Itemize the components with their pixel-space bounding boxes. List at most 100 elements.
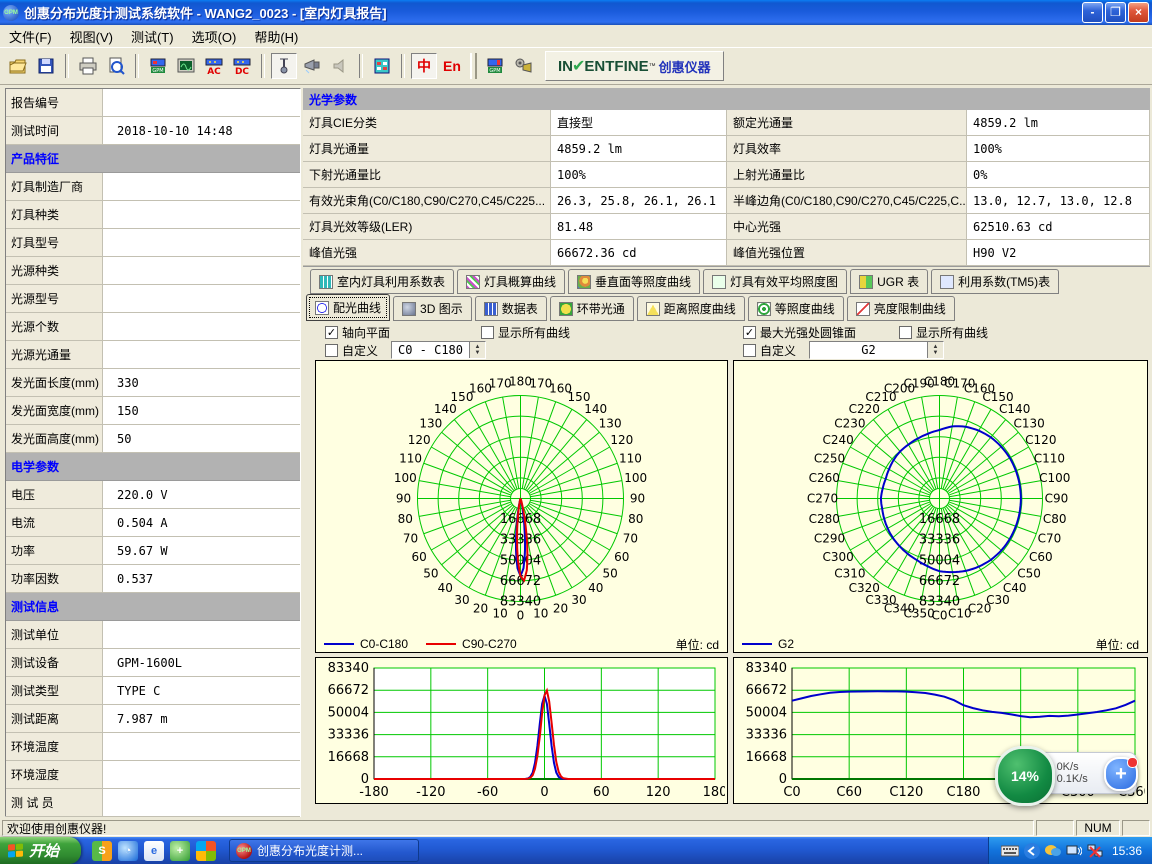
tab-lower-3[interactable]: 环带光通 [550, 296, 634, 321]
field-value[interactable] [103, 789, 300, 817]
safe-s-icon[interactable]: S [92, 841, 112, 861]
close-button[interactable]: × [1128, 2, 1149, 23]
field-value[interactable]: 0.537 [103, 565, 300, 593]
tab-upper-5[interactable]: 利用系数(TM5)表 [931, 269, 1059, 294]
display-signal-icon[interactable] [1066, 844, 1082, 858]
field-value[interactable] [103, 733, 300, 761]
four-color-window-icon[interactable] [196, 841, 216, 861]
plane-checkbox[interactable]: ✓最大光强处圆锥面 [743, 324, 893, 341]
svg-text:-180: -180 [359, 785, 389, 800]
field-value[interactable]: 0.504 A [103, 509, 300, 537]
custom-checkbox[interactable]: 自定义 [743, 342, 803, 359]
speaker-icon[interactable] [327, 53, 353, 79]
field-value[interactable] [103, 89, 300, 117]
toolbar-gripper [470, 53, 477, 79]
field-value[interactable]: 220.0 V [103, 481, 300, 509]
menu-item-1[interactable]: 视图(V) [61, 25, 122, 48]
tab-lower-0[interactable]: 配光曲线 [306, 294, 390, 321]
print-preview-icon[interactable] [103, 53, 129, 79]
menu-item-4[interactable]: 帮助(H) [245, 25, 307, 48]
plane-checkbox[interactable]: ✓轴向平面 [325, 324, 475, 341]
checkbox[interactable] [899, 326, 912, 339]
tab-label: 3D 图示 [420, 300, 463, 317]
tab-lower-5[interactable]: 等照度曲线 [748, 296, 844, 321]
svg-text:C120: C120 [1025, 433, 1056, 447]
optical-label: 峰值光强位置 [727, 240, 967, 266]
field-value[interactable] [103, 341, 300, 369]
browser-circle-icon[interactable]: ◔ [118, 841, 138, 861]
restore-button[interactable]: ❐ [1105, 2, 1126, 23]
field-value[interactable]: 59.67 W [103, 537, 300, 565]
tab-label: 环带光通 [577, 300, 625, 317]
field-value[interactable] [103, 201, 300, 229]
checkbox[interactable]: ✓ [743, 326, 756, 339]
line-chart-left-panel: -180-120-6006012018001666833336500046667… [315, 657, 728, 804]
tab-upper-2[interactable]: 垂直面等照度曲线 [568, 269, 700, 294]
field-value[interactable] [103, 257, 300, 285]
open-icon[interactable] [5, 53, 31, 79]
field-value[interactable]: 7.987 m [103, 705, 300, 733]
memory-percent-ball[interactable]: 14% [995, 746, 1055, 806]
mail-doc-icon[interactable]: e [144, 841, 164, 861]
checkbox[interactable]: ✓ [325, 326, 338, 339]
start-button[interactable]: 开始 [0, 837, 81, 864]
save-icon[interactable] [33, 53, 59, 79]
green-plus-icon[interactable]: + [170, 841, 190, 861]
task-button[interactable]: GPM 创惠分布光度计测... [229, 839, 419, 862]
minimize-button[interactable]: - [1082, 2, 1103, 23]
tab-lower-1[interactable]: 3D 图示 [393, 296, 472, 321]
collapse-arrow-icon[interactable] [1024, 843, 1040, 859]
tab-lower-4[interactable]: 距离照度曲线 [637, 296, 745, 321]
tab-upper-4[interactable]: UGR 表 [850, 269, 928, 294]
print-icon[interactable] [75, 53, 101, 79]
scope-icon[interactable] [173, 53, 199, 79]
accelerate-button[interactable]: + [1104, 757, 1138, 791]
menu-item-3[interactable]: 选项(O) [183, 25, 246, 48]
show-all-curves-checkbox[interactable]: 显示所有曲线 [899, 324, 988, 341]
network-error-icon[interactable] [1087, 844, 1103, 858]
gpm-device2-icon[interactable]: GPM [482, 53, 508, 79]
messenger-icon[interactable] [1045, 844, 1061, 858]
field-value[interactable] [103, 173, 300, 201]
spotlight-icon[interactable] [299, 53, 325, 79]
field-value[interactable]: 50 [103, 425, 300, 453]
checkbox[interactable] [481, 326, 494, 339]
field-value[interactable]: 2018-10-10 14:48 [103, 117, 300, 145]
tab-lower-6[interactable]: 亮度限制曲线 [847, 296, 955, 321]
menu-item-0[interactable]: 文件(F) [0, 25, 61, 48]
field-value[interactable]: 330 [103, 369, 300, 397]
svg-text:0: 0 [779, 772, 787, 787]
tab-upper-1[interactable]: 灯具概算曲线 [457, 269, 565, 294]
field-value[interactable]: TYPE C [103, 677, 300, 705]
field-value[interactable] [103, 761, 300, 789]
plane-combo[interactable]: C0 - C180▲▼ [391, 341, 486, 359]
tab-upper-0[interactable]: 室内灯具利用系数表 [310, 269, 454, 294]
dc-meter-icon[interactable]: DC [229, 53, 255, 79]
lang-en-button[interactable]: En [439, 53, 465, 79]
three-d-view-icon [402, 302, 416, 316]
data-panel-icon[interactable] [369, 53, 395, 79]
speed-monitor-widget[interactable]: ↑ 0K/s ↓ 0.1K/s 14% + [995, 748, 1140, 800]
combo-spinner[interactable]: ▲▼ [469, 342, 485, 358]
field-value[interactable] [103, 285, 300, 313]
field-value[interactable]: 150 [103, 397, 300, 425]
plane-combo[interactable]: G2▲▼ [809, 341, 944, 359]
checkbox[interactable] [325, 344, 338, 357]
lang-zh-button[interactable]: 中 [411, 53, 437, 79]
field-value[interactable] [103, 229, 300, 257]
ac-meter-icon[interactable]: AC [201, 53, 227, 79]
keyboard-icon[interactable] [1001, 844, 1019, 858]
tab-lower-2[interactable]: 数据表 [475, 296, 547, 321]
combo-spinner[interactable]: ▲▼ [927, 342, 943, 358]
field-value[interactable] [103, 621, 300, 649]
custom-checkbox[interactable]: 自定义 [325, 342, 385, 359]
menu-item-2[interactable]: 测试(T) [122, 25, 183, 48]
tab-upper-3[interactable]: 灯具有效平均照度图 [703, 269, 847, 294]
checkbox[interactable] [743, 344, 756, 357]
camera-icon[interactable] [510, 53, 536, 79]
field-value[interactable] [103, 313, 300, 341]
pendulum-test-icon[interactable] [271, 53, 297, 79]
gpm-device-icon[interactable]: GPM [145, 53, 171, 79]
show-all-curves-checkbox[interactable]: 显示所有曲线 [481, 324, 570, 341]
field-value[interactable]: GPM-1600L [103, 649, 300, 677]
